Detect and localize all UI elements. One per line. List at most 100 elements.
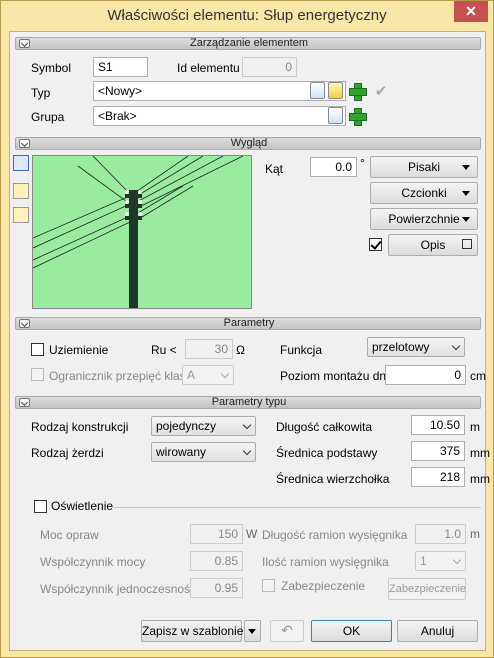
base-diameter-label: Średnica podstawy <box>276 446 378 460</box>
lighting-group-divider <box>113 507 481 508</box>
top-diameter-label: Średnica wierzchołka <box>276 472 390 486</box>
layers-tab-icon[interactable] <box>13 207 29 223</box>
view-3d-tab-icon[interactable] <box>13 155 29 171</box>
section-management-header[interactable]: Zarządzanie elementem <box>15 37 481 50</box>
ru-label: Ru < <box>151 343 177 357</box>
function-select[interactable]: przelotowy <box>367 337 465 357</box>
protection-checkbox <box>262 579 275 592</box>
group-library-icon[interactable] <box>328 107 343 124</box>
section-title: Parametry typu <box>211 396 287 408</box>
section-title: Parametry <box>223 317 275 329</box>
surfaces-button-label: Powierzchnie <box>388 212 460 226</box>
chevron-down-icon <box>242 420 252 430</box>
section-title: Zarządzanie elementem <box>189 37 308 49</box>
cancel-button[interactable]: Anuluj <box>397 620 478 642</box>
arm-count-select: 1 <box>415 551 466 571</box>
open-dialog-icon <box>462 239 472 249</box>
arm-length-unit: m <box>470 527 480 541</box>
element-preview <box>32 155 252 309</box>
angle-input[interactable]: 0.0 <box>310 157 357 177</box>
symbol-label: Symbol <box>31 61 72 75</box>
grounding-label: Uziemienie <box>49 343 109 357</box>
type-label: Typ <box>31 86 51 100</box>
dropdown-arrow-icon <box>248 629 256 634</box>
close-button[interactable]: ✕ <box>454 1 488 22</box>
total-length-label: Długość całkowita <box>276 420 373 434</box>
function-value: przelotowy <box>372 340 430 354</box>
pens-button-label: Pisaki <box>407 160 440 174</box>
pole-type-select[interactable]: wirowany <box>151 442 256 462</box>
surge-class-select: A <box>182 365 234 385</box>
type-field[interactable]: <Nowy> <box>93 81 346 101</box>
save-template-button[interactable]: Zapisz w szablonie <box>141 620 243 642</box>
chevron-down-icon <box>451 341 461 351</box>
surfaces-button[interactable]: Powierzchnie <box>370 208 478 230</box>
element-id-field: 0 <box>242 57 297 77</box>
dropdown-arrow-icon <box>462 191 470 196</box>
construction-label: Rodzaj konstrukcji <box>31 420 129 434</box>
top-diameter-unit: mm <box>470 472 490 486</box>
fixture-power-unit: W <box>246 527 258 541</box>
pole-type-value: wirowany <box>156 445 207 459</box>
section-type-parameters-header[interactable]: Parametry typu <box>15 396 481 409</box>
fixture-power-input: 150 <box>190 524 243 544</box>
section-parameters-header[interactable]: Parametry <box>15 317 481 330</box>
angle-label: Kąt <box>265 162 284 176</box>
folder-tab-icon[interactable] <box>13 183 29 199</box>
arm-count-label: Ilość ramion wysięgnika <box>262 555 389 569</box>
base-diameter-input[interactable]: 375 <box>411 441 465 461</box>
symbol-input[interactable]: S1 <box>93 57 148 77</box>
description-button[interactable]: Opis <box>388 234 478 256</box>
type-edit-icon[interactable] <box>328 82 343 99</box>
group-field[interactable]: <Brak> <box>93 106 346 126</box>
fonts-button-label: Czcionki <box>401 186 447 200</box>
top-diameter-input[interactable]: 218 <box>411 467 465 487</box>
section-appearance-header[interactable]: Wygląd <box>15 137 481 150</box>
function-label: Funkcja <box>280 343 323 357</box>
chevron-down-icon <box>242 446 252 456</box>
power-factor-label: Współczynnik mocy <box>40 555 146 569</box>
pole-type-label: Rodzaj żerdzi <box>31 446 104 460</box>
pole-preview-image <box>33 156 251 308</box>
element-id-label: Id elementu <box>177 61 240 75</box>
section-title: Wygląd <box>230 137 268 149</box>
chevron-down-icon <box>452 555 462 565</box>
total-length-input[interactable]: 10.50 <box>411 415 465 435</box>
surge-class-value: A <box>187 368 196 382</box>
mount-level-input[interactable]: 0 <box>385 365 466 385</box>
dropdown-arrow-icon <box>462 217 470 222</box>
total-length-unit: m <box>470 420 480 434</box>
simultaneity-label: Współczynnik jednoczesności <box>40 582 199 596</box>
lighting-checkbox[interactable] <box>34 500 47 513</box>
add-type-icon[interactable] <box>348 82 367 101</box>
mount-level-unit: cm <box>470 369 486 383</box>
protection-button: Zabezpieczenie <box>388 578 466 600</box>
add-group-icon[interactable] <box>348 107 367 126</box>
construction-select[interactable]: pojedynczy <box>151 416 256 436</box>
fonts-button[interactable]: Czcionki <box>370 182 478 204</box>
dropdown-arrow-icon <box>462 165 470 170</box>
undo-button: ↶ <box>270 620 304 642</box>
surge-arrester-checkbox <box>31 368 44 381</box>
arm-length-input: 1.0 <box>415 524 466 544</box>
type-library-icon[interactable] <box>310 82 325 99</box>
description-checkbox[interactable] <box>369 238 382 251</box>
dialog-window: Właściwości elementu: Słup energetyczny … <box>0 0 494 658</box>
ru-input: 30 <box>185 339 233 359</box>
construction-value: pojedynczy <box>156 419 217 433</box>
dialog-body: Zarządzanie elementem Symbol S1 Id eleme… <box>9 31 490 651</box>
protection-label: Zabezpieczenie <box>281 579 366 593</box>
simultaneity-input: 0.95 <box>190 578 243 598</box>
chevron-down-icon <box>220 369 230 379</box>
pens-button[interactable]: Pisaki <box>370 156 478 178</box>
base-diameter-unit: mm <box>470 446 490 460</box>
grounding-checkbox[interactable] <box>31 343 44 356</box>
lighting-label: Oświetlenie <box>51 499 114 513</box>
confirm-type-icon: ✔ <box>374 83 388 100</box>
description-button-label: Opis <box>420 238 446 252</box>
surge-arrester-label: Ogranicznik przepięć klasy <box>49 369 192 383</box>
ok-button[interactable]: OK <box>311 620 392 642</box>
save-template-dropdown[interactable] <box>244 620 261 642</box>
title-bar: Właściwości elementu: Słup energetyczny … <box>1 1 493 32</box>
arm-count-value: 1 <box>420 554 427 568</box>
